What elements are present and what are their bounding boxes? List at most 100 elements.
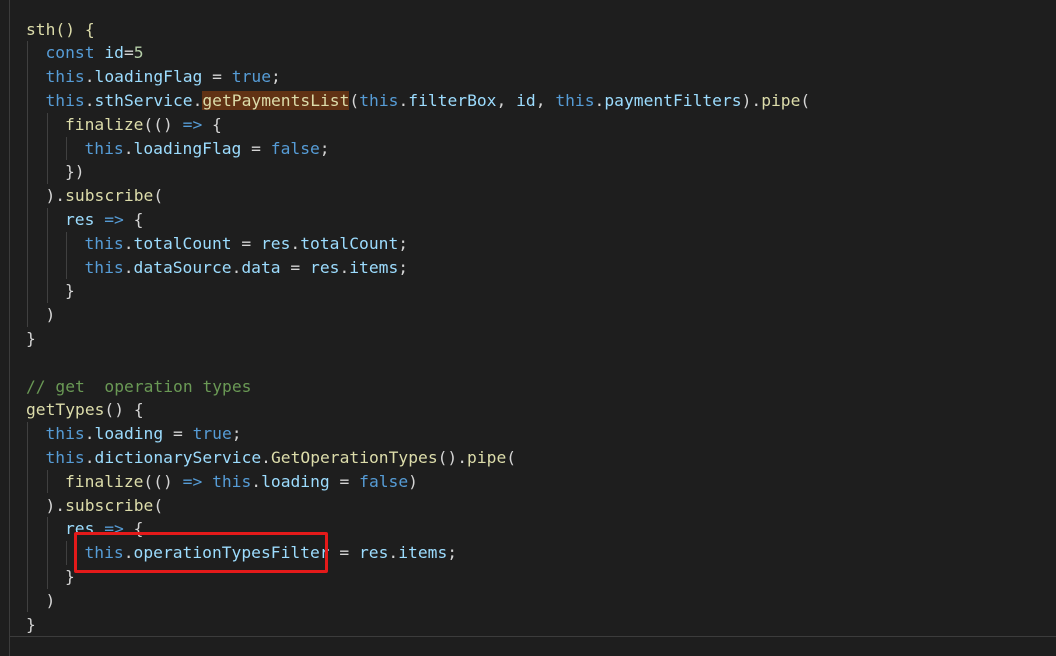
code-token: = xyxy=(329,471,360,491)
code-token: = xyxy=(280,257,311,277)
code-line[interactable]: this.totalCount = res.totalCount; xyxy=(85,232,409,256)
code-line[interactable]: ).subscribe( xyxy=(46,494,164,518)
code-token: this xyxy=(84,138,124,158)
code-token: , xyxy=(535,90,556,110)
code-line[interactable]: ) xyxy=(46,303,56,327)
code-token: , xyxy=(496,90,517,110)
code-token: this xyxy=(45,447,85,467)
indent-guide xyxy=(46,207,48,304)
code-token: getPaymentsList xyxy=(202,90,350,110)
indent-guide xyxy=(46,112,48,185)
code-token: finalize xyxy=(65,114,144,134)
code-line[interactable]: } xyxy=(65,279,75,303)
code-token: totalCount xyxy=(300,233,399,253)
code-token: . xyxy=(261,447,271,467)
code-token: data xyxy=(241,257,281,277)
code-line[interactable]: res => { xyxy=(65,208,143,232)
code-editor[interactable]: sth() {const id=5 this.loadingFlag = true… xyxy=(0,0,1056,656)
code-token: subscribe xyxy=(65,186,154,206)
code-token: . xyxy=(84,447,95,467)
code-token: . xyxy=(398,90,409,110)
code-token: getTypes xyxy=(26,400,105,420)
code-token: ). xyxy=(45,186,66,206)
code-line[interactable]: getTypes() { xyxy=(26,398,144,422)
code-token: . xyxy=(388,543,399,563)
code-token: loading xyxy=(261,471,330,491)
code-token: . xyxy=(84,67,95,87)
indent-guide xyxy=(66,231,67,280)
code-token: this xyxy=(84,257,124,277)
code-token: res xyxy=(65,209,95,229)
code-token: . xyxy=(594,90,605,110)
code-token: this xyxy=(45,90,85,110)
code-token: . xyxy=(290,233,301,253)
code-token: ) xyxy=(45,305,56,325)
code-token: . xyxy=(123,233,134,253)
code-line[interactable]: } xyxy=(26,327,36,351)
annotation-box xyxy=(74,532,328,573)
code-token: . xyxy=(84,424,95,444)
code-token: . xyxy=(192,90,203,110)
code-token: pipe xyxy=(761,90,801,110)
code-token: this xyxy=(212,471,252,491)
code-line[interactable]: sth() { xyxy=(26,18,95,42)
code-line[interactable]: this.loading = true; xyxy=(46,422,242,446)
code-token: . xyxy=(84,90,95,110)
code-token: . xyxy=(123,257,134,277)
code-token: items xyxy=(398,543,448,563)
code-line[interactable]: this.dataSource.data = res.items; xyxy=(85,256,409,280)
code-line[interactable]: this.dictionaryService.GetOperationTypes… xyxy=(46,446,517,470)
code-line[interactable]: ).subscribe( xyxy=(46,184,164,208)
code-token: loadingFlag xyxy=(133,138,242,158)
code-token: = xyxy=(123,43,134,63)
editor-left-border xyxy=(9,0,10,656)
code-token: ) xyxy=(45,590,56,610)
code-line[interactable]: this.sthService.getPaymentsList(this.fil… xyxy=(45,89,810,113)
editor-bottom-line xyxy=(9,636,1056,637)
code-token: => xyxy=(182,471,203,491)
code-token: this xyxy=(555,90,595,110)
code-line[interactable]: // get operation types xyxy=(26,375,251,399)
code-token: loadingFlag xyxy=(94,67,203,87)
code-token: ( xyxy=(153,186,164,206)
code-token: = xyxy=(231,233,261,253)
indent-guide xyxy=(66,541,67,565)
code-token: loading xyxy=(94,424,164,444)
code-token: this xyxy=(45,424,85,444)
code-token: dictionaryService xyxy=(94,447,262,467)
code-line[interactable]: const id=5 xyxy=(46,41,144,65)
code-token: } xyxy=(65,281,75,301)
code-token: items xyxy=(349,257,399,277)
code-token: this xyxy=(45,67,85,87)
code-token: dataSource xyxy=(133,257,232,277)
code-token: } xyxy=(26,614,36,634)
code-token: ; xyxy=(231,424,242,444)
code-line[interactable]: finalize(() => { xyxy=(65,113,222,137)
code-line[interactable]: finalize(() => this.loading = false) xyxy=(65,470,418,494)
code-line[interactable]: this.loadingFlag = false; xyxy=(85,137,330,161)
code-token: pipe xyxy=(467,447,507,467)
code-token: this xyxy=(359,90,399,110)
code-token: res xyxy=(260,233,291,253)
code-line[interactable]: this.loadingFlag = true; xyxy=(46,65,281,89)
code-line[interactable]: ) xyxy=(46,589,56,613)
code-token: = xyxy=(163,424,193,444)
code-line[interactable]: }) xyxy=(65,160,85,184)
code-token: false xyxy=(359,471,409,491)
code-token: { xyxy=(123,209,144,229)
code-token: ; xyxy=(398,233,409,253)
code-token: ; xyxy=(319,138,330,158)
code-line[interactable]: } xyxy=(26,613,36,637)
code-token: res xyxy=(359,543,389,563)
code-token: }) xyxy=(65,162,85,182)
code-token: = xyxy=(329,543,359,563)
code-token: sthService xyxy=(94,90,193,110)
code-token: id xyxy=(516,90,536,110)
code-token: ). xyxy=(45,495,66,515)
code-token: ; xyxy=(271,67,281,87)
code-token: true xyxy=(231,67,271,87)
code-token: paymentFilters xyxy=(604,90,742,110)
code-token: // get operation types xyxy=(26,376,252,396)
code-token: => xyxy=(104,209,124,229)
